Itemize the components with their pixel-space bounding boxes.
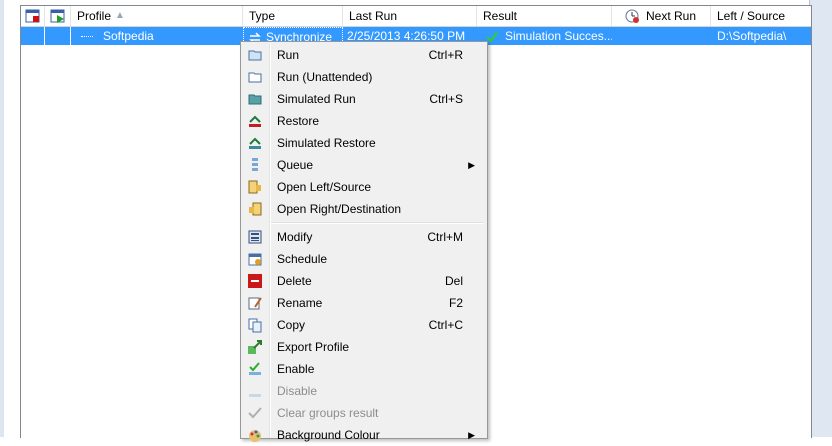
menu-item-label: Clear groups result	[277, 406, 379, 420]
menu-item-label: Simulated Restore	[277, 136, 376, 150]
rename-icon	[248, 297, 262, 310]
open-folder-icon	[249, 202, 262, 216]
window-border-right	[809, 0, 832, 437]
menu-item-label: Copy	[277, 318, 306, 332]
submenu-arrow-icon: ▶	[468, 160, 475, 170]
menu-item-label: Modify	[277, 230, 313, 244]
left-source-value: D:\Softpedia\	[717, 29, 787, 43]
menu-item-shortcut: Ctrl+S	[429, 92, 463, 106]
copy-icon	[248, 318, 262, 333]
row-stop-cell[interactable]	[21, 27, 45, 45]
modify-icon	[248, 230, 262, 244]
menu-item-label: Schedule	[277, 252, 328, 266]
menu-item-shortcut: Ctrl+R	[428, 48, 463, 62]
enable-icon	[249, 362, 261, 375]
palette-icon	[249, 430, 261, 442]
column-header-last-run[interactable]: Last Run	[343, 6, 477, 26]
row-next-run-cell[interactable]	[612, 27, 711, 45]
profile-name: Softpedia	[103, 29, 154, 43]
menu-item-open-right-destination[interactable]: Open Right/Destination	[243, 198, 483, 220]
queue-icon	[252, 158, 258, 171]
menu-item-background-colour[interactable]: Background Colour ▶	[243, 424, 483, 446]
run-icon[interactable]	[50, 8, 66, 24]
menu-item-shortcut: Ctrl+C	[428, 318, 463, 332]
menu-item-schedule[interactable]: Schedule	[243, 248, 483, 270]
submenu-arrow-icon: ▶	[468, 430, 475, 440]
menu-item-queue[interactable]: Queue ▶	[243, 154, 483, 176]
menu-item-simulated-run[interactable]: Simulated Run Ctrl+S	[243, 88, 483, 110]
restore-icon	[249, 115, 261, 127]
row-left-source-cell[interactable]: D:\Softpedia\	[711, 27, 811, 45]
window-border-left	[0, 0, 4, 437]
column-header-last-run-label: Last Run	[349, 9, 398, 23]
tree-dots	[81, 36, 93, 38]
schedule-icon	[248, 253, 262, 266]
menu-item-label: Export Profile	[277, 340, 350, 354]
menu-item-label: Disable	[277, 384, 318, 398]
open-folder-icon	[248, 180, 261, 194]
context-menu: Run Ctrl+R Run (Unattended) Simulated Ru…	[240, 41, 488, 442]
menu-item-label: Rename	[277, 296, 323, 310]
menu-item-label: Run (Unattended)	[277, 70, 373, 84]
menu-item-modify[interactable]: Modify Ctrl+M	[243, 226, 483, 248]
clock-icon	[625, 9, 639, 23]
checkmark-icon	[248, 407, 262, 419]
export-icon	[248, 340, 262, 354]
menu-item-disable[interactable]: Disable	[243, 380, 483, 402]
menu-item-enable[interactable]: Enable	[243, 358, 483, 380]
menu-item-run-unattended[interactable]: Run (Unattended)	[243, 66, 483, 88]
simulated-run-icon	[248, 94, 262, 105]
menu-item-shortcut: Ctrl+M	[427, 230, 463, 244]
column-header-profile[interactable]: Profile ▲	[71, 6, 243, 26]
delete-icon	[248, 274, 262, 288]
menu-item-label: Restore	[277, 114, 320, 128]
result-value: Simulation Succes...	[505, 29, 612, 43]
column-header-type[interactable]: Type	[243, 6, 343, 26]
menu-item-delete[interactable]: Delete Del	[243, 270, 483, 292]
column-header-left-source-label: Left / Source	[717, 9, 786, 23]
menu-item-label: Background Colour	[277, 428, 380, 442]
column-header-next-run[interactable]: Next Run	[612, 6, 711, 26]
menu-separator	[271, 222, 483, 224]
menu-item-rename[interactable]: Rename F2	[243, 292, 483, 314]
column-header-profile-label: Profile	[77, 9, 112, 23]
simulated-restore-icon	[249, 137, 261, 149]
menu-item-label: Run	[277, 48, 300, 62]
menu-item-open-left-source[interactable]: Open Left/Source	[243, 176, 483, 198]
row-run-cell[interactable]	[45, 27, 71, 45]
menu-item-simulated-restore[interactable]: Simulated Restore	[243, 132, 483, 154]
header-stop-icon-column[interactable]	[21, 6, 45, 26]
menu-item-copy[interactable]: Copy Ctrl+C	[243, 314, 483, 336]
column-header-type-label: Type	[249, 9, 276, 23]
column-header-result[interactable]: Result	[477, 6, 612, 26]
menu-item-restore[interactable]: Restore	[243, 110, 483, 132]
menu-item-shortcut: Del	[444, 274, 463, 288]
row-result-cell[interactable]: Simulation Succes...	[477, 27, 612, 45]
menu-item-clear-groups-result[interactable]: Clear groups result	[243, 402, 483, 424]
menu-item-label: Delete	[277, 274, 312, 288]
menu-item-label: Queue	[277, 158, 314, 172]
list-header: Profile ▲ Type Last Run Result Next Run …	[21, 6, 811, 27]
menu-item-export-profile[interactable]: Export Profile	[243, 336, 483, 358]
stop-icon[interactable]	[25, 8, 41, 24]
header-run-icon-column[interactable]	[45, 6, 71, 26]
column-header-next-run-label: Next Run	[646, 9, 697, 23]
sort-ascending-icon: ▲	[115, 10, 125, 21]
menu-item-label: Enable	[277, 362, 315, 376]
menu-item-label: Open Left/Source	[277, 180, 372, 194]
disable-icon	[249, 394, 261, 397]
column-header-left-source[interactable]: Left / Source	[711, 6, 811, 26]
run-icon	[248, 50, 262, 61]
row-profile-cell[interactable]: Softpedia	[71, 27, 243, 45]
menu-item-run[interactable]: Run Ctrl+R	[243, 44, 483, 66]
menu-item-label: Simulated Run	[277, 92, 356, 106]
run-unattended-icon	[248, 72, 262, 83]
menu-item-label: Open Right/Destination	[277, 202, 402, 216]
column-header-result-label: Result	[483, 9, 518, 23]
menu-item-shortcut: F2	[448, 296, 463, 310]
